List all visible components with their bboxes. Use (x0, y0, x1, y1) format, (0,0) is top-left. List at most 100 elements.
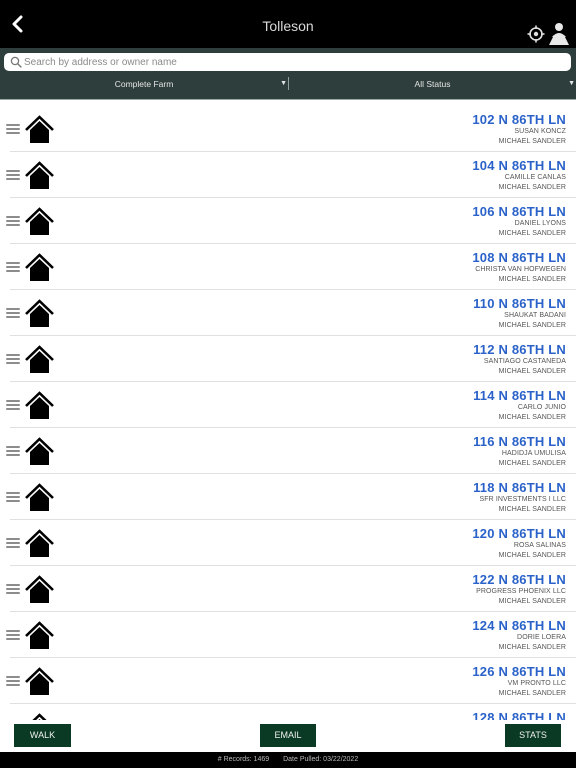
house-icon (25, 207, 54, 235)
list-item[interactable]: 110 N 86TH LN SHAUKAT BADANI MICHAEL SANDL… (0, 290, 576, 336)
agent-name: MICHAEL SANDLER (498, 138, 566, 145)
drag-handle-icon[interactable] (6, 676, 20, 686)
address: 114 N 86TH LN (473, 388, 566, 403)
owner-name: SUSAN KONCZ (514, 128, 566, 135)
search-box (4, 53, 571, 71)
list-item[interactable]: 116 N 86TH LN HADIDJA UMULISA MICHAEL SAND… (0, 428, 576, 474)
agent-name: MICHAEL SANDLER (498, 184, 566, 191)
drag-handle-icon[interactable] (6, 446, 20, 456)
house-icon (25, 115, 54, 143)
owner-name: DANIEL LYONS (514, 220, 566, 227)
list-item[interactable]: 124 N 86TH LN DORIE LOERA MICHAEL SANDLER (0, 612, 576, 658)
agent-name: MICHAEL SANDLER (498, 460, 566, 467)
list-item[interactable]: 102 N 86TH LN SUSAN KONCZ MICHAEL SANDLER (0, 106, 576, 152)
agent-name: MICHAEL SANDLER (498, 598, 566, 605)
list-item[interactable]: 120 N 86TH LN ROSA SALINAS MICHAEL SANDLER (0, 520, 576, 566)
dropdown-caret-icon: ▼ (280, 80, 287, 87)
address: 116 N 86TH LN (473, 434, 566, 449)
drag-handle-icon[interactable] (6, 216, 20, 226)
list-item[interactable]: 106 N 86TH LN DANIEL LYONS MICHAEL SANDLER (0, 198, 576, 244)
house-icon (25, 391, 54, 419)
dropdown-caret-icon: ▼ (568, 80, 575, 87)
list-item[interactable]: 108 N 86TH LN CHRISTA VAN HOFWEGEN MICHAEL… (0, 244, 576, 290)
drag-handle-icon[interactable] (6, 538, 20, 548)
address: 118 N 86TH LN (473, 480, 566, 495)
owner-name: VM PRONTO LLC (507, 680, 566, 687)
address: 122 N 86TH LN (472, 572, 566, 587)
footer-text: # Records: 1469 Date Pulled: 03/22/2022 (0, 756, 576, 763)
search-input[interactable] (24, 53, 564, 71)
list-item[interactable]: 126 N 86TH LN VM PRONTO LLC MICHAEL SANDLE… (0, 658, 576, 704)
agent-name: MICHAEL SANDLER (498, 690, 566, 697)
house-icon (25, 161, 54, 189)
list-item[interactable]: 122 N 86TH LN PROGRESS PHOENIX LLC MICHAEL… (0, 566, 576, 612)
farm-dropdown[interactable]: Complete Farm ▼ (0, 76, 288, 92)
owner-name: CARLO JUNIO (517, 404, 566, 411)
owner-name: DORIE LOERA (517, 634, 566, 641)
drag-handle-icon[interactable] (6, 584, 20, 594)
page-title: Tolleson (262, 18, 314, 34)
agent-name: MICHAEL SANDLER (498, 506, 566, 513)
list-item[interactable]: 128 N 86TH LN (0, 704, 576, 720)
email-button[interactable]: EMAIL (260, 724, 316, 747)
address: 104 N 86TH LN (472, 158, 566, 173)
address: 102 N 86TH LN (472, 112, 566, 127)
walk-button[interactable]: WALK (14, 724, 71, 747)
person-map-icon[interactable] (548, 22, 570, 46)
drag-handle-icon[interactable] (6, 492, 20, 502)
list-item[interactable]: 104 N 86TH LN CAMILLE CANLAS MICHAEL SANDL… (0, 152, 576, 198)
house-icon (25, 667, 54, 695)
owner-name: SHAUKAT BADANI (504, 312, 566, 319)
house-icon (25, 253, 54, 281)
owner-name: PROGRESS PHOENIX LLC (476, 588, 566, 595)
house-icon (25, 345, 54, 373)
drag-handle-icon[interactable] (6, 308, 20, 318)
agent-name: MICHAEL SANDLER (498, 552, 566, 559)
address: 128 N 86TH LN (472, 710, 566, 720)
address: 124 N 86TH LN (472, 618, 566, 633)
record-count: # Records: 1469 (217, 756, 270, 763)
list-item[interactable]: 114 N 86TH LN CARLO JUNIO MICHAEL SANDLER (0, 382, 576, 428)
address: 112 N 86TH LN (473, 342, 566, 357)
search-icon (10, 56, 22, 68)
address: 110 N 86TH LN (473, 296, 566, 311)
house-icon (32, 713, 47, 720)
target-icon[interactable] (527, 25, 545, 43)
stats-button[interactable]: STATS (505, 724, 561, 747)
owner-name: CHRISTA VAN HOFWEGEN (475, 266, 566, 273)
list-item[interactable]: 112 N 86TH LN SANTIAGO CASTANEDA MICHAEL S… (0, 336, 576, 382)
nav-bar: Tolleson (0, 0, 576, 48)
agent-name: MICHAEL SANDLER (498, 368, 566, 375)
filter-bar: Complete Farm ▼ All Status ▼ (0, 48, 576, 100)
drag-handle-icon[interactable] (6, 400, 20, 410)
action-bar: WALK EMAIL STATS # Records: 1469 Date Pu… (0, 720, 576, 768)
agent-name: MICHAEL SANDLER (498, 322, 566, 329)
date-pulled: Date Pulled: 03/22/2022 (283, 756, 359, 763)
drag-handle-icon[interactable] (6, 124, 20, 134)
agent-name: MICHAEL SANDLER (498, 644, 566, 651)
agent-name: MICHAEL SANDLER (498, 276, 566, 283)
agent-name: MICHAEL SANDLER (498, 414, 566, 421)
owner-name: SFR INVESTMENTS I LLC (479, 496, 566, 503)
status-dropdown[interactable]: All Status ▼ (289, 76, 576, 92)
house-icon (25, 437, 54, 465)
address: 126 N 86TH LN (472, 664, 566, 679)
status-dropdown-label: All Status (414, 79, 451, 89)
drag-handle-icon[interactable] (6, 262, 20, 272)
footer-bar: # Records: 1469 Date Pulled: 03/22/2022 (0, 752, 576, 768)
address: 108 N 86TH LN (472, 250, 566, 265)
drag-handle-icon[interactable] (6, 170, 20, 180)
farm-dropdown-label: Complete Farm (114, 79, 174, 89)
drag-handle-icon[interactable] (6, 630, 20, 640)
list-item[interactable]: 118 N 86TH LN SFR INVESTMENTS I LLC MICHAE… (0, 474, 576, 520)
house-icon (25, 483, 54, 511)
house-icon (25, 575, 54, 603)
owner-name: SANTIAGO CASTANEDA (483, 358, 566, 365)
address: 106 N 86TH LN (472, 204, 566, 219)
filter-divider (0, 99, 576, 100)
owner-name: ROSA SALINAS (513, 542, 566, 549)
house-icon (25, 529, 54, 557)
records-list[interactable]: 102 N 86TH LN SUSAN KONCZ MICHAEL SANDLER 1… (0, 106, 576, 720)
agent-name: MICHAEL SANDLER (498, 230, 566, 237)
drag-handle-icon[interactable] (6, 354, 20, 364)
